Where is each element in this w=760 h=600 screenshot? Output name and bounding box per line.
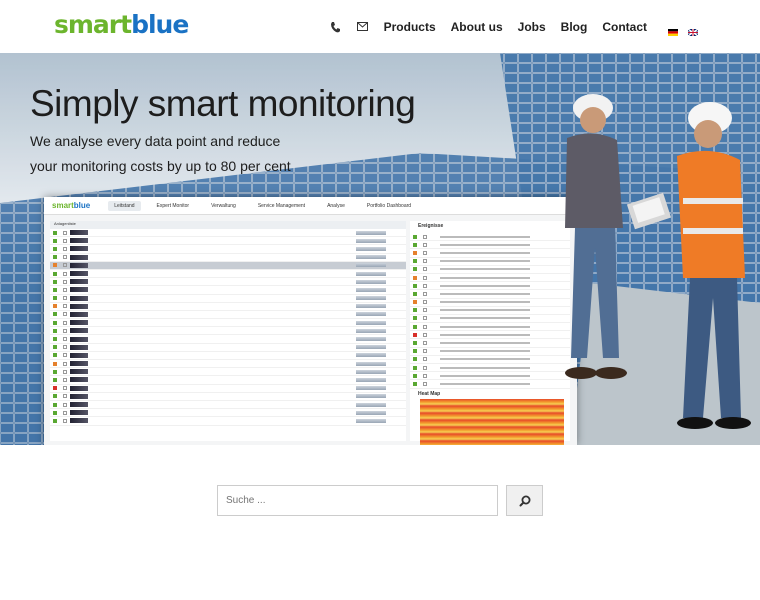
hero-title: Simply smart monitoring [30,83,416,124]
plant-row [50,278,406,287]
hero-subtitle-line1: We analyse every data point and reduce [30,133,281,149]
plant-row [50,295,406,303]
nav-contact[interactable]: Contact [602,20,647,34]
dashboard-tab: Portfolio Dashboard [366,202,412,209]
dashboard-tab: Service Management [257,202,306,209]
plant-row [50,261,406,270]
plant-row [50,409,406,418]
hero-subtitle: We analyse every data point and reduce y… [30,129,291,179]
nav-jobs[interactable]: Jobs [518,20,546,34]
logo-text-smart: smart [54,10,132,39]
search-icon [519,495,530,506]
dashboard-tab: Verwaltung [211,202,236,209]
plant-row [50,237,406,246]
plant-row [50,368,406,377]
nav-blog[interactable]: Blog [561,20,588,34]
dashboard-tab: Analyse [327,202,345,209]
plant-row [50,229,406,238]
plant-row [50,393,406,401]
plant-row [50,401,406,410]
heatmap-label: Heat Map [418,391,441,397]
mail-icon[interactable] [356,20,370,34]
phone-icon[interactable] [328,20,342,34]
dashboard-tab: Expert Monitor [156,202,190,209]
plant-row [50,417,406,426]
plant-row [50,270,406,279]
heatmap-graphic [420,399,564,445]
plant-row [50,303,406,311]
dashboard-tab: Leitstand [108,200,141,211]
events-header: Ereignisse [418,223,444,229]
plant-row [50,254,406,262]
plant-row [50,245,406,254]
nav-about-us[interactable]: About us [451,20,503,34]
nav-products[interactable]: Products [384,20,436,34]
plant-row [50,376,406,385]
hero-banner: Simply smart monitoring We analyse every… [0,53,760,445]
search-input[interactable] [217,485,498,516]
plant-row [50,335,406,344]
plant-list-header: Anlagenliste [50,221,406,229]
plant-row [50,311,406,320]
plant-row [50,385,406,393]
hero-subtitle-line2: your monitoring costs by up to 80 per ce… [30,158,291,174]
plant-list-rows [50,229,406,426]
dashboard-screenshot: smartblue Leitstand Expert Monitor Verwa… [44,197,577,445]
plant-row [50,327,406,336]
main-nav: Products About us Jobs Blog Contact [328,0,699,53]
search-button[interactable] [506,485,543,516]
logo-text-blue: blue [131,10,189,39]
dashboard-logo: smartblue [52,201,91,210]
plant-row [50,319,406,328]
site-header: smartblue Products About us Jobs Blog Co… [0,0,760,53]
plant-row [50,352,406,360]
uk-flag-icon[interactable] [687,23,699,37]
plant-row [50,360,406,369]
de-flag-icon[interactable] [668,23,678,36]
technicians-photo [565,94,751,429]
plant-list-panel: Anlagenliste [50,221,406,441]
dashboard-topbar: smartblue Leitstand Expert Monitor Verwa… [44,197,577,215]
smartblue-logo[interactable]: smartblue [54,10,189,39]
plant-row [50,344,406,352]
plant-row [50,286,406,295]
